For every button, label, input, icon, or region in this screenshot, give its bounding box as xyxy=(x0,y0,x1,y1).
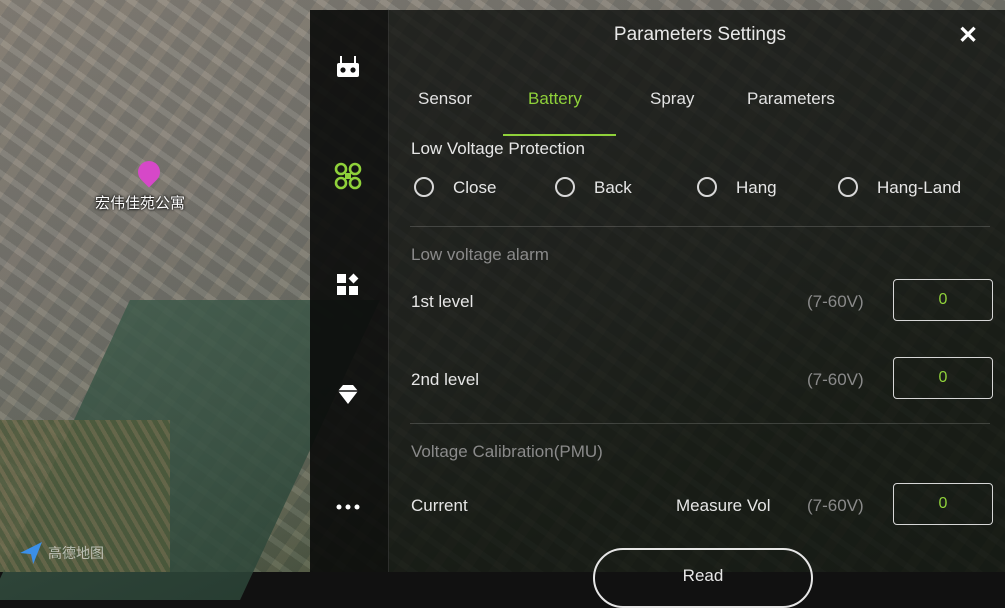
radio-hang[interactable] xyxy=(697,177,717,197)
low-voltage-alarm-title: Low voltage alarm xyxy=(411,245,549,264)
remote-controller-icon[interactable] xyxy=(333,52,363,82)
active-tab-indicator xyxy=(503,134,616,136)
tab-parameters[interactable]: Parameters xyxy=(747,89,835,109)
measure-vol-range: (7-60V) xyxy=(807,496,864,515)
radio-back[interactable] xyxy=(555,177,575,197)
map-logo-text: 高德地图 xyxy=(48,545,104,561)
tab-sensor[interactable]: Sensor xyxy=(418,89,472,109)
close-button[interactable]: ✕ xyxy=(954,22,982,50)
tab-spray[interactable]: Spray xyxy=(650,89,694,109)
tab-battery[interactable]: Battery xyxy=(528,89,582,109)
divider xyxy=(410,226,990,227)
drone-icon[interactable] xyxy=(333,161,363,191)
radio-hang-label[interactable]: Hang xyxy=(736,178,777,198)
measure-vol-input[interactable]: 0 xyxy=(893,483,993,525)
diamond-icon[interactable] xyxy=(333,380,363,410)
radio-close-label[interactable]: Close xyxy=(453,178,496,198)
radio-close[interactable] xyxy=(414,177,434,197)
map-logo: 高德地图 xyxy=(20,542,104,564)
low-voltage-protection-title: Low Voltage Protection xyxy=(411,139,585,158)
map-poi-label: 宏伟佳苑公寓 xyxy=(95,195,186,212)
first-level-input[interactable]: 0 xyxy=(893,279,993,321)
second-level-input[interactable]: 0 xyxy=(893,357,993,399)
current-label: Current xyxy=(411,496,468,515)
second-level-label: 2nd level xyxy=(411,370,480,389)
divider xyxy=(410,423,990,424)
first-level-label: 1st level xyxy=(411,292,474,311)
panel-title: Parameters Settings xyxy=(613,24,787,45)
first-level-range: (7-60V) xyxy=(807,292,864,311)
measure-vol-label: Measure Vol xyxy=(676,496,771,515)
voltage-calibration-title: Voltage Calibration(PMU) xyxy=(411,442,603,461)
radio-hang-land-label[interactable]: Hang-Land xyxy=(877,178,961,198)
second-level-range: (7-60V) xyxy=(807,370,864,389)
map-logo-icon xyxy=(20,542,42,564)
radio-back-label[interactable]: Back xyxy=(594,178,632,198)
more-icon[interactable] xyxy=(333,492,363,522)
apps-icon[interactable] xyxy=(333,270,363,300)
radio-hang-land[interactable] xyxy=(838,177,858,197)
read-button[interactable]: Read xyxy=(593,548,813,608)
